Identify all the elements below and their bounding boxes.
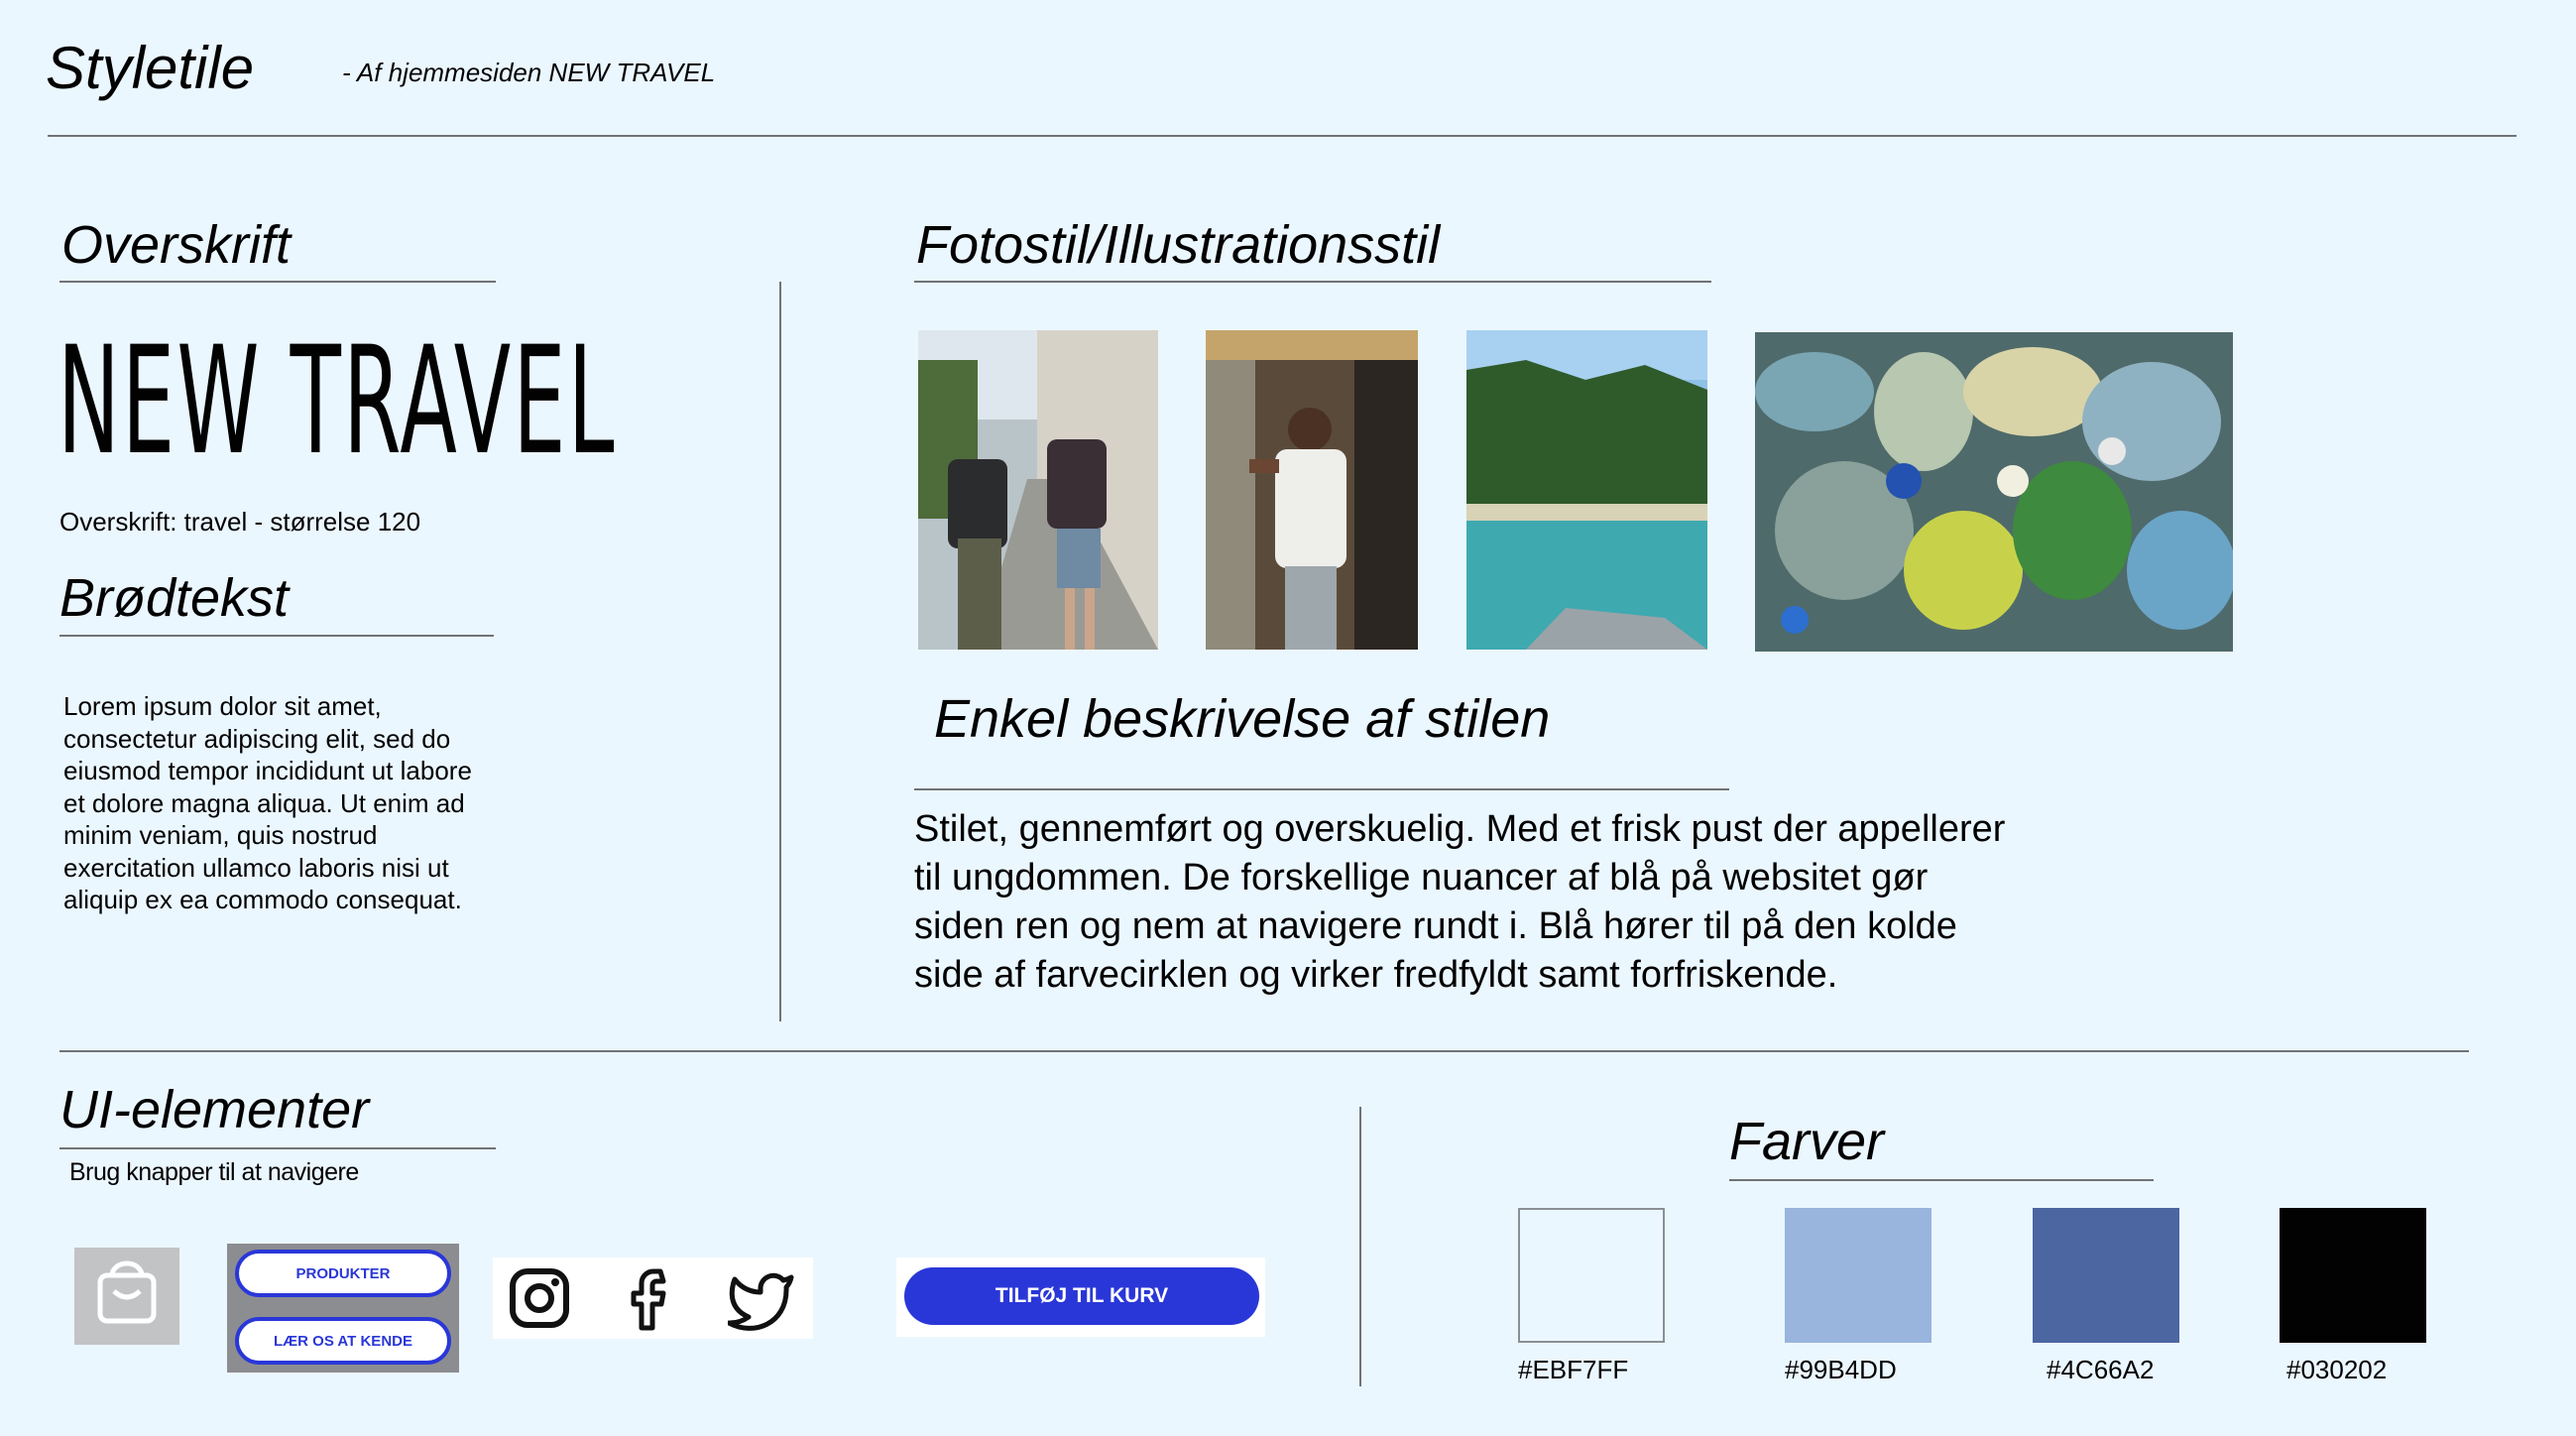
fotostil-underline [914, 281, 1711, 283]
overskrift-heading: Overskrift [61, 215, 292, 275]
color-swatch-1 [1518, 1208, 1665, 1343]
bottom-section-divider [59, 1050, 2469, 1052]
shopping-bag-icon [97, 1260, 157, 1324]
farver-heading: Farver [1729, 1112, 1885, 1171]
ui-heading: UI-elementer [59, 1080, 370, 1139]
color-label-1: #EBF7FF [1518, 1355, 1629, 1384]
social-icons [493, 1257, 813, 1339]
overskrift-underline [59, 281, 496, 283]
header-divider [48, 135, 2517, 137]
farver-underline [1729, 1179, 2154, 1181]
photo-plastic-bottles [1755, 332, 2233, 652]
ui-underline [59, 1147, 496, 1149]
color-swatch-3 [2033, 1208, 2179, 1343]
color-swatch-4 [2280, 1208, 2426, 1343]
headline-caption: Overskrift: travel - størrelse 120 [59, 507, 421, 537]
add-to-cart-button[interactable]: TILFØJ TIL KURV [904, 1267, 1259, 1325]
brodtekst-heading: Brødtekst [59, 568, 290, 628]
produkter-button[interactable]: PRODUKTER [235, 1250, 451, 1297]
color-label-2: #99B4DD [1785, 1355, 1897, 1384]
instagram-icon[interactable] [505, 1263, 574, 1333]
color-label-3: #4C66A2 [2047, 1355, 2155, 1384]
description-underline [914, 788, 1729, 790]
color-swatch-2 [1785, 1208, 1932, 1343]
brodtekst-underline [59, 635, 494, 637]
style-description: Stilet, gennemført og overskuelig. Med e… [914, 808, 2006, 996]
facebook-icon[interactable] [619, 1263, 688, 1333]
photo-man-white-shirt [1206, 330, 1418, 650]
ui-subtitle: Brug knapper til at navigere [69, 1158, 359, 1186]
fotostil-heading: Fotostil/Illustrationsstil [916, 215, 1441, 275]
shopping-bag-button[interactable] [74, 1248, 179, 1345]
left-column-divider [779, 282, 781, 1021]
page-subtitle: - Af hjemmesiden NEW TRAVEL [342, 58, 716, 87]
photo-beach [1466, 330, 1707, 650]
twitter-icon[interactable] [728, 1263, 797, 1333]
page-title: Styletile [46, 35, 255, 101]
body-text-sample: Lorem ipsum dolor sit amet, consectetur … [63, 691, 472, 914]
headline-sample: NEW TRAVEL [58, 315, 617, 488]
bottom-column-divider [1359, 1107, 1361, 1386]
color-label-4: #030202 [2286, 1355, 2388, 1384]
description-heading: Enkel beskrivelse af stilen [934, 689, 1551, 749]
photo-backpackers [918, 330, 1158, 650]
laer-os-at-kende-button[interactable]: LÆR OS AT KENDE [235, 1317, 451, 1365]
